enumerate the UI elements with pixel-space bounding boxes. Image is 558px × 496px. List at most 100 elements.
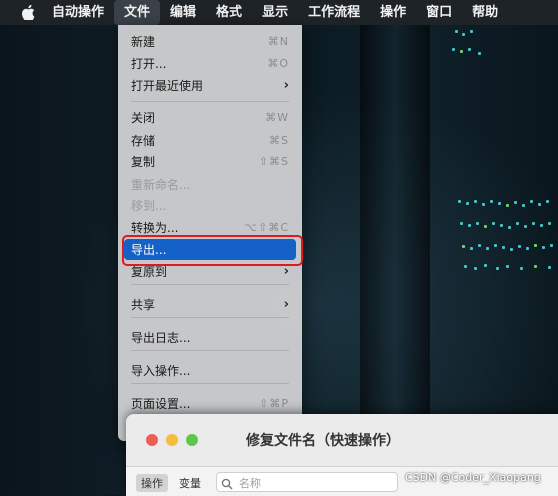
wallpaper-light — [476, 222, 479, 225]
menubar-item-1[interactable]: 文件 — [114, 0, 161, 25]
menu-item-page-setup[interactable]: 页面设置... ⇧⌘P — [124, 393, 296, 414]
wallpaper-light — [522, 204, 525, 207]
wallpaper-light — [492, 222, 495, 225]
menu-item-label: 存储 — [131, 134, 156, 148]
menu-item-save[interactable]: 存储 ⌘S — [124, 130, 296, 151]
wallpaper-light — [530, 200, 533, 203]
wallpaper-light — [484, 264, 487, 267]
wallpaper-curtain — [360, 25, 430, 445]
wallpaper-light — [506, 265, 509, 268]
menu-item-shortcut: ⌘S — [269, 134, 289, 147]
close-button[interactable] — [146, 434, 158, 446]
menu-separator — [131, 383, 289, 384]
menu-item-shortcut: ⇧⌘S — [258, 155, 289, 168]
menu-item-shortcut: ⌘N — [267, 35, 289, 48]
menu-item-shortcut: ⇧⌘P — [259, 397, 289, 410]
menu-item-shortcut: ⌥⇧⌘C — [244, 221, 289, 234]
annotation-highlight-box — [122, 235, 303, 266]
menu-item-label: 共享 — [131, 298, 156, 312]
wallpaper-light — [550, 244, 553, 247]
menu-item-label: 关闭 — [131, 111, 156, 125]
minimize-button[interactable] — [166, 434, 178, 446]
wallpaper-light — [502, 246, 505, 249]
wallpaper-light — [534, 244, 537, 247]
wallpaper-light — [508, 226, 511, 229]
menu-item-shortcut: ⌘W — [265, 111, 289, 124]
wallpaper-light — [516, 222, 519, 225]
wallpaper-light — [542, 246, 545, 249]
menu-item-open[interactable]: 打开... ⌘O — [124, 53, 296, 74]
menu-item-rename: 重新命名... — [124, 174, 296, 195]
wallpaper-light — [460, 50, 463, 53]
menu-item-share[interactable]: 共享 › — [124, 294, 296, 315]
menubar-item-4[interactable]: 显示 — [252, 0, 298, 25]
menubar-item-8[interactable]: 帮助 — [462, 0, 508, 25]
menu-item-label: 重新命名... — [131, 178, 191, 192]
menu-separator — [131, 317, 289, 318]
wallpaper-light — [540, 224, 543, 227]
search-icon — [221, 475, 233, 494]
menubar-item-5[interactable]: 工作流程 — [298, 0, 370, 25]
wallpaper-light — [520, 267, 523, 270]
wallpaper-light — [524, 225, 527, 228]
window-title: 修复文件名（快速操作） — [246, 433, 400, 449]
menubar-item-6[interactable]: 操作 — [370, 0, 416, 25]
wallpaper-light — [496, 267, 499, 270]
wallpaper-light — [500, 224, 503, 227]
wallpaper-light — [468, 48, 471, 51]
wallpaper-light — [490, 200, 493, 203]
chevron-right-icon: › — [283, 264, 289, 279]
wallpaper-light — [548, 266, 551, 269]
menu-item-label: 新建 — [131, 35, 156, 49]
search-placeholder: 名称 — [239, 477, 261, 490]
tab-actions[interactable]: 操作 — [136, 474, 168, 492]
menu-item-label: 移到... — [131, 199, 167, 213]
wallpaper-light — [462, 33, 465, 36]
wallpaper-light — [460, 222, 463, 225]
menu-item-close[interactable]: 关闭 ⌘W — [124, 107, 296, 128]
menu-separator — [131, 101, 289, 102]
menu-item-label: 打开... — [131, 57, 167, 71]
menu-item-duplicate[interactable]: 复制 ⇧⌘S — [124, 151, 296, 172]
wallpaper-light — [532, 222, 535, 225]
search-input[interactable]: 名称 — [216, 472, 398, 492]
wallpaper-light — [464, 265, 467, 268]
chevron-right-icon: › — [283, 297, 289, 312]
wallpaper-light — [455, 30, 458, 33]
wallpaper-light — [498, 202, 501, 205]
menu-item-label: 复制 — [131, 155, 156, 169]
wallpaper-light — [470, 30, 473, 33]
menu-item-export-log[interactable]: 导出日志... — [124, 327, 296, 348]
wallpaper-light — [458, 200, 461, 203]
menubar-item-7[interactable]: 窗口 — [416, 0, 462, 25]
menubar-item-2[interactable]: 编辑 — [160, 0, 206, 25]
menu-item-move-to: 移到... — [124, 195, 296, 216]
menu-separator — [131, 284, 289, 285]
menu-item-import-actions[interactable]: 导入操作... — [124, 360, 296, 381]
wallpaper-light — [510, 248, 513, 251]
menu-item-open-recent[interactable]: 打开最近使用 › — [124, 75, 296, 96]
wallpaper-light — [466, 202, 469, 205]
wallpaper-light — [526, 247, 529, 250]
file-menu-dropdown: 新建 ⌘N 打开... ⌘O 打开最近使用 › 关闭 ⌘W 存储 ⌘S 复制 ⇧⌘S 重新命名... 移到… — [118, 25, 302, 441]
wallpaper-light — [462, 245, 465, 248]
menu-item-label: 导出日志... — [131, 331, 191, 345]
menu-item-shortcut: ⌘O — [267, 57, 289, 70]
wallpaper-light — [534, 265, 537, 268]
chevron-right-icon: › — [283, 78, 289, 93]
wallpaper-light — [482, 203, 485, 206]
menubar-item-3[interactable]: 格式 — [206, 0, 252, 25]
wallpaper-light — [474, 267, 477, 270]
zoom-button[interactable] — [186, 434, 198, 446]
tab-variables[interactable]: 变量 — [174, 474, 206, 492]
apple-menu-icon[interactable] — [14, 5, 42, 20]
menu-item-label: 转换为... — [131, 221, 179, 235]
wallpaper-light — [478, 244, 481, 247]
menu-item-label: 页面设置... — [131, 397, 191, 411]
wallpaper-light — [478, 52, 481, 55]
menubar-item-0[interactable]: 自动操作 — [42, 0, 114, 25]
menu-item-new[interactable]: 新建 ⌘N — [124, 31, 296, 52]
menu-separator — [131, 350, 289, 351]
wallpaper-light — [486, 247, 489, 250]
menu-item-label: 导入操作... — [131, 364, 191, 378]
